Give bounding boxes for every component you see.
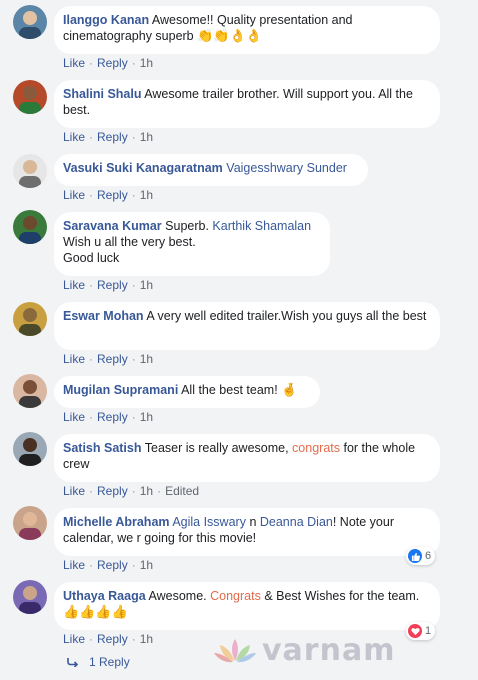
comment-bubble: Ilanggo Kanan Awesome!! Quality presenta… (54, 6, 440, 54)
comment-text: All the best team! (181, 383, 278, 397)
comment-text: n (249, 515, 257, 529)
comment-actions: Like · Reply · 1h (63, 352, 154, 366)
like-button[interactable]: Like (63, 558, 85, 572)
comment-bubble: Eswar Mohan A very well edited trailer.W… (54, 302, 440, 350)
comment-timestamp[interactable]: 1h (140, 558, 153, 572)
comment-bubble: Mugilan Supramani All the best team! 🤞 (54, 376, 320, 408)
avatar[interactable] (13, 154, 47, 188)
avatar[interactable] (13, 302, 47, 336)
avatar[interactable] (13, 210, 47, 244)
comment-bubble: Saravana Kumar Superb. Karthik Shamalan … (54, 212, 330, 276)
comment-timestamp[interactable]: 1h (140, 352, 153, 366)
comment-author[interactable]: Uthaya Raaga (63, 589, 146, 603)
comment-timestamp[interactable]: 1h (140, 56, 153, 70)
comment-text-line: Good luck (63, 251, 120, 265)
reply-button[interactable]: Reply (97, 56, 128, 70)
love-reaction-icon (408, 624, 422, 638)
comment-timestamp[interactable]: 1h (140, 632, 153, 646)
comment-actions: Like · Reply · 1h (63, 130, 154, 144)
comment-timestamp[interactable]: 1h (140, 188, 153, 202)
reaction-summary[interactable]: 1 (406, 622, 436, 640)
comment-author[interactable]: Mugilan Supramani (63, 383, 178, 397)
like-reaction-icon (408, 549, 422, 563)
comment-actions: Like · Reply · 1h (63, 558, 154, 572)
mention-link[interactable]: Karthik Shamalan (212, 219, 311, 233)
comment-actions: Like · Reply · 1h (63, 410, 154, 424)
like-button[interactable]: Like (63, 632, 85, 646)
like-button[interactable]: Like (63, 278, 85, 292)
lotus-icon (212, 637, 258, 673)
reply-button[interactable]: Reply (97, 558, 128, 572)
comment-text: A very well edited trailer.Wish you guys… (146, 309, 427, 323)
crossed-fingers-emoji-icon: 🤞 (281, 382, 298, 397)
congrats-link[interactable]: congrats (292, 441, 340, 455)
comment-author[interactable]: Saravana Kumar (63, 219, 162, 233)
comment-bubble: Uthaya Raaga Awesome. Congrats & Best Wi… (54, 582, 440, 630)
clap-emoji-icon: 👏👏👌👌 (197, 28, 262, 43)
comment-timestamp[interactable]: 1h (140, 278, 153, 292)
reply-arrow-icon (67, 658, 79, 668)
like-button[interactable]: Like (63, 188, 85, 202)
avatar[interactable] (13, 374, 47, 408)
avatar[interactable] (13, 80, 47, 114)
like-button[interactable]: Like (63, 352, 85, 366)
comment-author[interactable]: Vasuki Suki Kanagaratnam (63, 161, 223, 175)
comment-actions: Like · Reply · 1h (63, 188, 154, 202)
comment-text: Awesome. (148, 589, 207, 603)
mention-link[interactable]: Agila Isswary (172, 515, 246, 529)
reply-button[interactable]: Reply (97, 352, 128, 366)
reaction-count: 6 (425, 550, 432, 562)
comment-bubble: Satish Satish Teaser is really awesome, … (54, 434, 440, 482)
comment-text-line: Wish u all the very best. (63, 235, 196, 249)
edited-label[interactable]: Edited (165, 484, 199, 498)
avatar[interactable] (13, 580, 47, 614)
thumbs-up-emoji-icon: 👍👍👍👍 (63, 604, 128, 619)
replies-count-label: 1 Reply (89, 655, 130, 669)
avatar[interactable] (13, 506, 47, 540)
reaction-summary[interactable]: 6 (406, 547, 436, 565)
comment-author[interactable]: Michelle Abraham (63, 515, 170, 529)
comment-actions: Like · Reply · 1h (63, 632, 154, 646)
mention-link[interactable]: Vaigesshwary Sunder (226, 161, 347, 175)
varnam-watermark-logo: varnam (214, 633, 395, 668)
comment-author[interactable]: Eswar Mohan (63, 309, 144, 323)
comment-author[interactable]: Ilanggo Kanan (63, 13, 149, 27)
reply-button[interactable]: Reply (97, 484, 128, 498)
comment-author[interactable]: Satish Satish (63, 441, 142, 455)
comment-actions: Like · Reply · 1h (63, 56, 154, 70)
comment-bubble: Vasuki Suki Kanagaratnam Vaigesshwary Su… (54, 154, 368, 186)
view-replies-link[interactable]: 1 Reply (67, 655, 130, 669)
like-button[interactable]: Like (63, 130, 85, 144)
avatar[interactable] (13, 432, 47, 466)
comment-actions: Like · Reply · 1h (63, 278, 154, 292)
reply-button[interactable]: Reply (97, 130, 128, 144)
reply-button[interactable]: Reply (97, 632, 128, 646)
comment-bubble: Shalini Shalu Awesome trailer brother. W… (54, 80, 440, 128)
comment-timestamp[interactable]: 1h (140, 410, 153, 424)
comment-text: Superb. (165, 219, 209, 233)
reaction-count: 1 (425, 625, 432, 637)
like-button[interactable]: Like (63, 410, 85, 424)
like-button[interactable]: Like (63, 484, 85, 498)
comment-text: & Best Wishes for the team. (264, 589, 420, 603)
like-button[interactable]: Like (63, 56, 85, 70)
comment-author[interactable]: Shalini Shalu (63, 87, 142, 101)
comment-text: Teaser is really awesome, (144, 441, 289, 455)
comment-timestamp[interactable]: 1h (140, 130, 153, 144)
comment-bubble: Michelle Abraham Agila Isswary n Deanna … (54, 508, 440, 556)
congrats-link[interactable]: Congrats (210, 589, 261, 603)
watermark-text: varnam (262, 633, 396, 668)
reply-button[interactable]: Reply (97, 188, 128, 202)
comment-timestamp[interactable]: 1h (140, 484, 153, 498)
comment-actions: Like · Reply · 1h · Edited (63, 484, 200, 498)
avatar[interactable] (13, 5, 47, 39)
mention-link[interactable]: Deanna Dian (260, 515, 333, 529)
reply-button[interactable]: Reply (97, 278, 128, 292)
reply-button[interactable]: Reply (97, 410, 128, 424)
